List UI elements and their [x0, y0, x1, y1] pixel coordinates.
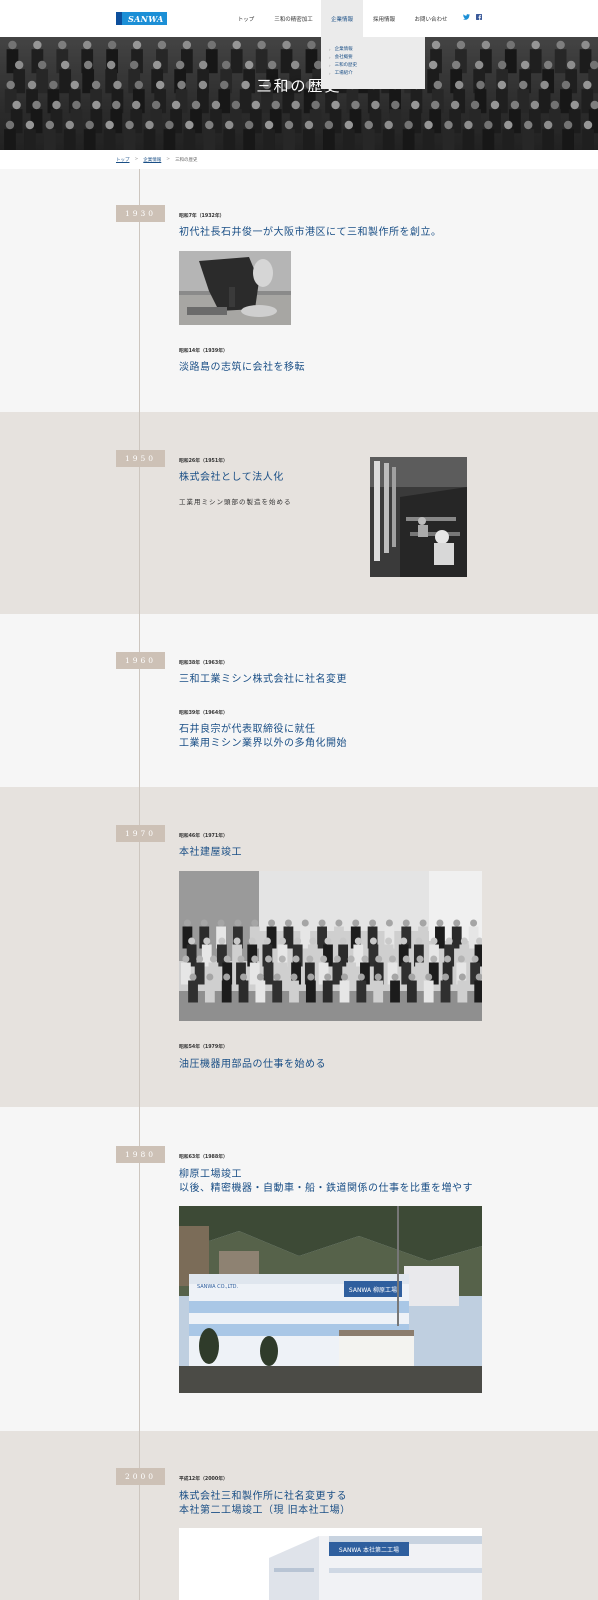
- nav-recruit[interactable]: 採用情報: [363, 0, 405, 37]
- page-title: 三和の歴史: [256, 77, 342, 95]
- event-title-line1: 柳原工場竣工: [179, 1169, 242, 1180]
- era-label: 平成12年（2000年）: [179, 1477, 228, 1482]
- section-1950: [0, 412, 598, 614]
- dropdown-item-history[interactable]: › 三和の歴史: [329, 61, 425, 69]
- era-label: 昭和26年（1951年）: [179, 459, 228, 464]
- event-title: 淡路島の志筑に会社を移転: [179, 362, 305, 373]
- dropdown-item-profile[interactable]: › 会社概要: [329, 53, 425, 61]
- breadcrumb: トップ > 企業情報 > 三和の歴史: [0, 150, 598, 169]
- breadcrumb-home[interactable]: トップ: [116, 157, 130, 163]
- era-label: 昭和46年（1971年）: [179, 834, 228, 839]
- hero-banner: 三和の歴史: [0, 37, 598, 150]
- event-title-line2: 以後、精密機器・自動車・船・鉄道関係の仕事を比重を増やす: [179, 1183, 473, 1194]
- group-photo-1971: [179, 871, 482, 1021]
- event-subtext: 工業用ミシン頭部の製造を始める: [179, 498, 292, 506]
- logo-text: SANWA: [128, 13, 164, 24]
- year-badge-1950: 1950: [116, 450, 165, 467]
- factory-company-text: SANWA CO.,LTD.: [197, 1284, 239, 1290]
- event-title: 油圧機器用部品の仕事を始める: [179, 1059, 326, 1070]
- second-factory-photo: SANWA 本社第二工場: [179, 1528, 482, 1600]
- twitter-icon[interactable]: [463, 14, 470, 20]
- dropdown-label: 企業情報: [334, 47, 353, 52]
- sanwa-logo[interactable]: SANWA: [116, 12, 167, 25]
- chevron-right-icon: ›: [329, 46, 331, 52]
- building-sign-text: SANWA 本社第二工場: [339, 1546, 399, 1554]
- dropdown-label: 会社概要: [334, 55, 353, 60]
- era-label: 昭和38年（1963年）: [179, 661, 228, 666]
- breadcrumb-current: 三和の歴史: [175, 157, 198, 163]
- chevron-right-icon: ›: [329, 70, 331, 76]
- era-label: 昭和39年（1964年）: [179, 711, 228, 716]
- section-1960: [0, 614, 598, 787]
- breadcrumb-separator: >: [134, 157, 139, 162]
- event-title: 初代社長石井俊一が大阪市港区にて三和製作所を創立。: [179, 227, 442, 238]
- event-title-line1: 石井良宗が代表取締役に就任: [179, 724, 316, 735]
- facebook-icon[interactable]: [476, 14, 482, 20]
- factory-workers-photo: [370, 457, 467, 577]
- dropdown-item-factory[interactable]: › 工場紹介: [329, 69, 425, 77]
- main-nav: トップ 三和の精密加工 企業情報 採用情報 お問い合わせ: [226, 0, 457, 37]
- year-badge-1960: 1960: [116, 652, 165, 669]
- dropdown-label: 工場紹介: [334, 71, 353, 76]
- event-title: 本社建屋竣工: [179, 847, 242, 858]
- era-label: 昭和54年（1979年）: [179, 1045, 228, 1050]
- timeline-line: [139, 169, 140, 1600]
- site-header: SANWA トップ 三和の精密加工 企業情報 採用情報 お問い合わせ: [0, 0, 598, 37]
- dropdown-label: 三和の歴史: [334, 63, 358, 68]
- dropdown-item-company[interactable]: › 企業情報: [329, 45, 425, 53]
- chevron-right-icon: ›: [329, 62, 331, 68]
- social-links: [463, 14, 482, 20]
- event-title-line2: 本社第二工場竣工（現 旧本社工場）: [179, 1505, 351, 1516]
- logo-mark: [116, 12, 122, 25]
- nav-company[interactable]: 企業情報: [321, 0, 363, 37]
- chevron-right-icon: ›: [329, 54, 331, 60]
- year-badge-1980: 1980: [116, 1146, 165, 1163]
- nav-top[interactable]: トップ: [226, 0, 266, 37]
- event-title-line1: 株式会社三和製作所に社名変更する: [179, 1491, 347, 1502]
- event-title-line2: 工業用ミシン業界以外の多角化開始: [179, 738, 347, 749]
- era-label: 昭和14年（1939年）: [179, 349, 228, 354]
- event-title: 三和工業ミシン株式会社に社名変更: [179, 674, 347, 685]
- event-title: 株式会社として法人化: [179, 472, 284, 483]
- breadcrumb-parent[interactable]: 企業情報: [143, 157, 161, 163]
- factory-sign-text: SANWA 柳原工場: [349, 1286, 397, 1294]
- year-badge-1930: 1930: [116, 205, 165, 222]
- era-label: 昭和63年（1988年）: [179, 1155, 228, 1160]
- nav-precision[interactable]: 三和の精密加工: [266, 0, 321, 37]
- year-badge-1970: 1970: [116, 825, 165, 842]
- era-label: 昭和7年（1932年）: [179, 214, 225, 219]
- company-dropdown-menu: › 企業情報 › 会社概要 › 三和の歴史 › 工場紹介: [321, 37, 425, 89]
- sewing-machine-photo: [179, 251, 291, 325]
- section-1930: [0, 169, 598, 412]
- nav-contact[interactable]: お問い合わせ: [405, 0, 457, 37]
- yanagihara-factory-photo: SANWA 柳原工場 SANWA CO.,LTD.: [179, 1206, 482, 1393]
- year-badge-2000: 2000: [116, 1468, 165, 1485]
- breadcrumb-separator: >: [166, 157, 171, 162]
